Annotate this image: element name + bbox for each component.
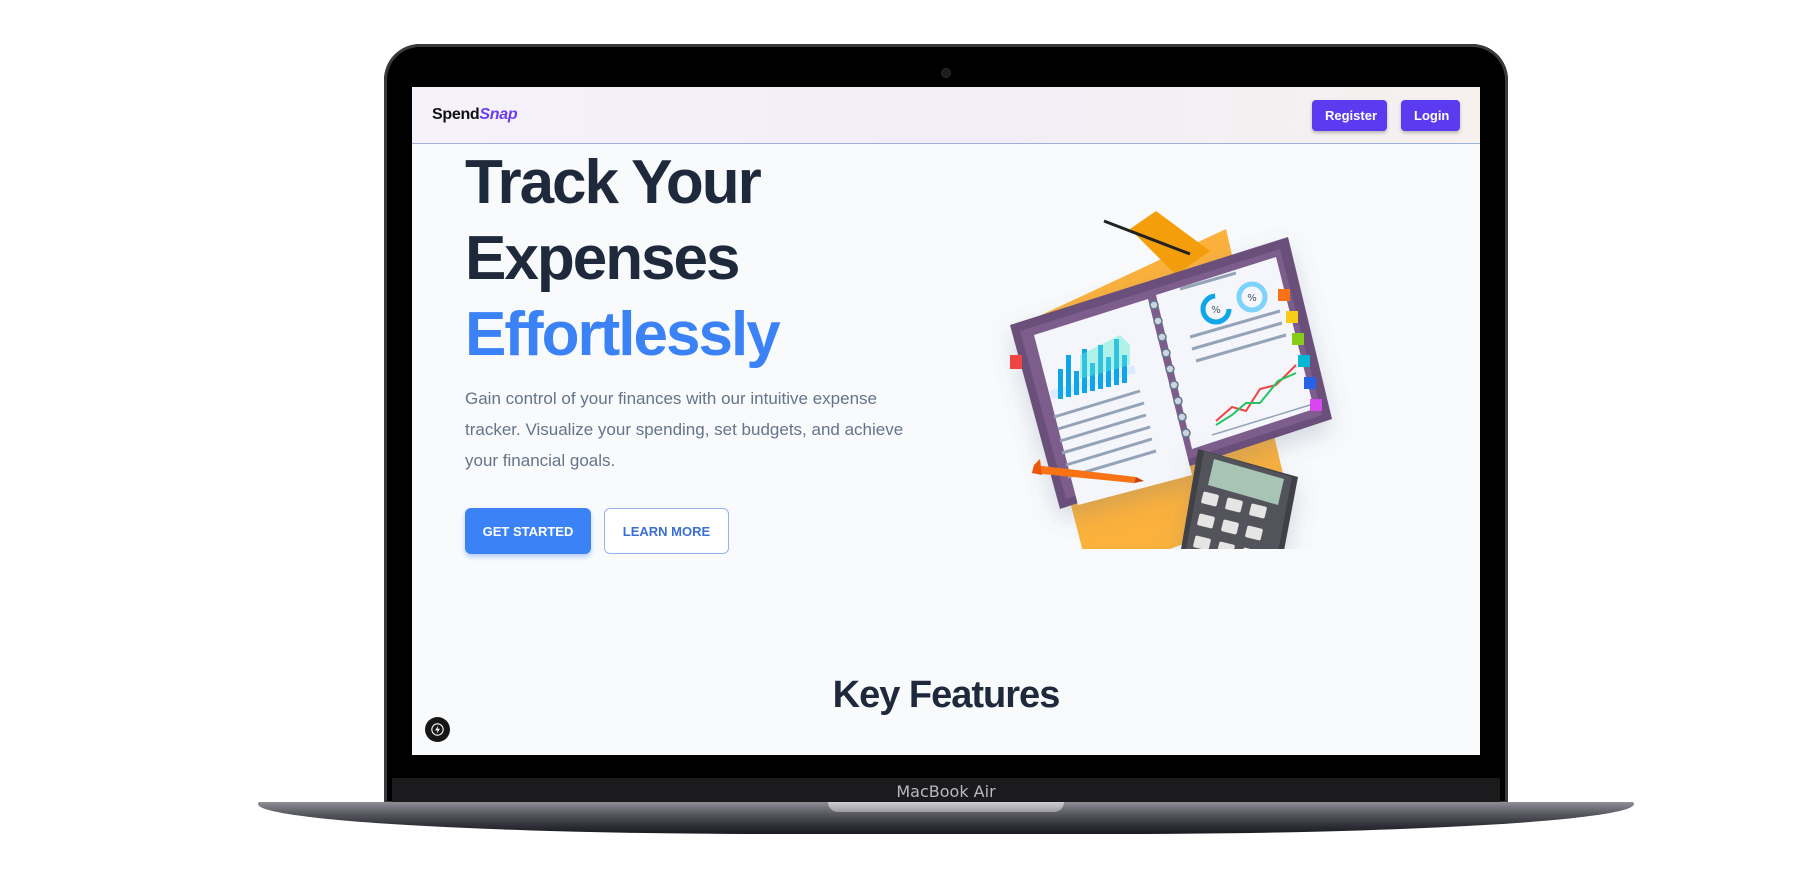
device-label: MacBook Air [896,782,996,801]
login-button[interactable]: Login [1401,100,1460,131]
hero-title-line2: Expenses [465,224,741,293]
svg-text:%: % [1211,305,1221,316]
laptop-notch [828,802,1064,812]
learn-more-button[interactable]: LEARN MORE [604,508,729,554]
hero-title: Track Your Expenses Effortlessly [465,145,781,373]
hero-title-accent: Effortlessly [465,300,781,369]
get-started-button[interactable]: GET STARTED [465,508,591,554]
laptop-bezel: MacBook Air [392,778,1500,804]
brand-logo[interactable]: SpendSnap [432,106,518,124]
navbar: SpendSnap Register Login [412,87,1480,144]
hero-title-line1: Track Your [465,148,762,217]
camera-dot [942,69,950,77]
screen: SpendSnap Register Login Track Your Expe… [412,87,1480,755]
svg-text:%: % [1247,293,1257,304]
key-features-heading: Key Features [832,674,1061,716]
register-button[interactable]: Register [1312,100,1387,131]
lightning-icon [431,723,444,736]
brand-name-part1: Spend [432,106,480,123]
brand-name-part2: Snap [479,106,518,123]
notebook-calculator-illustration: % % [1010,211,1332,549]
lightning-fab[interactable] [425,717,450,742]
hero-subtitle: Gain control of your finances with our i… [465,389,904,470]
